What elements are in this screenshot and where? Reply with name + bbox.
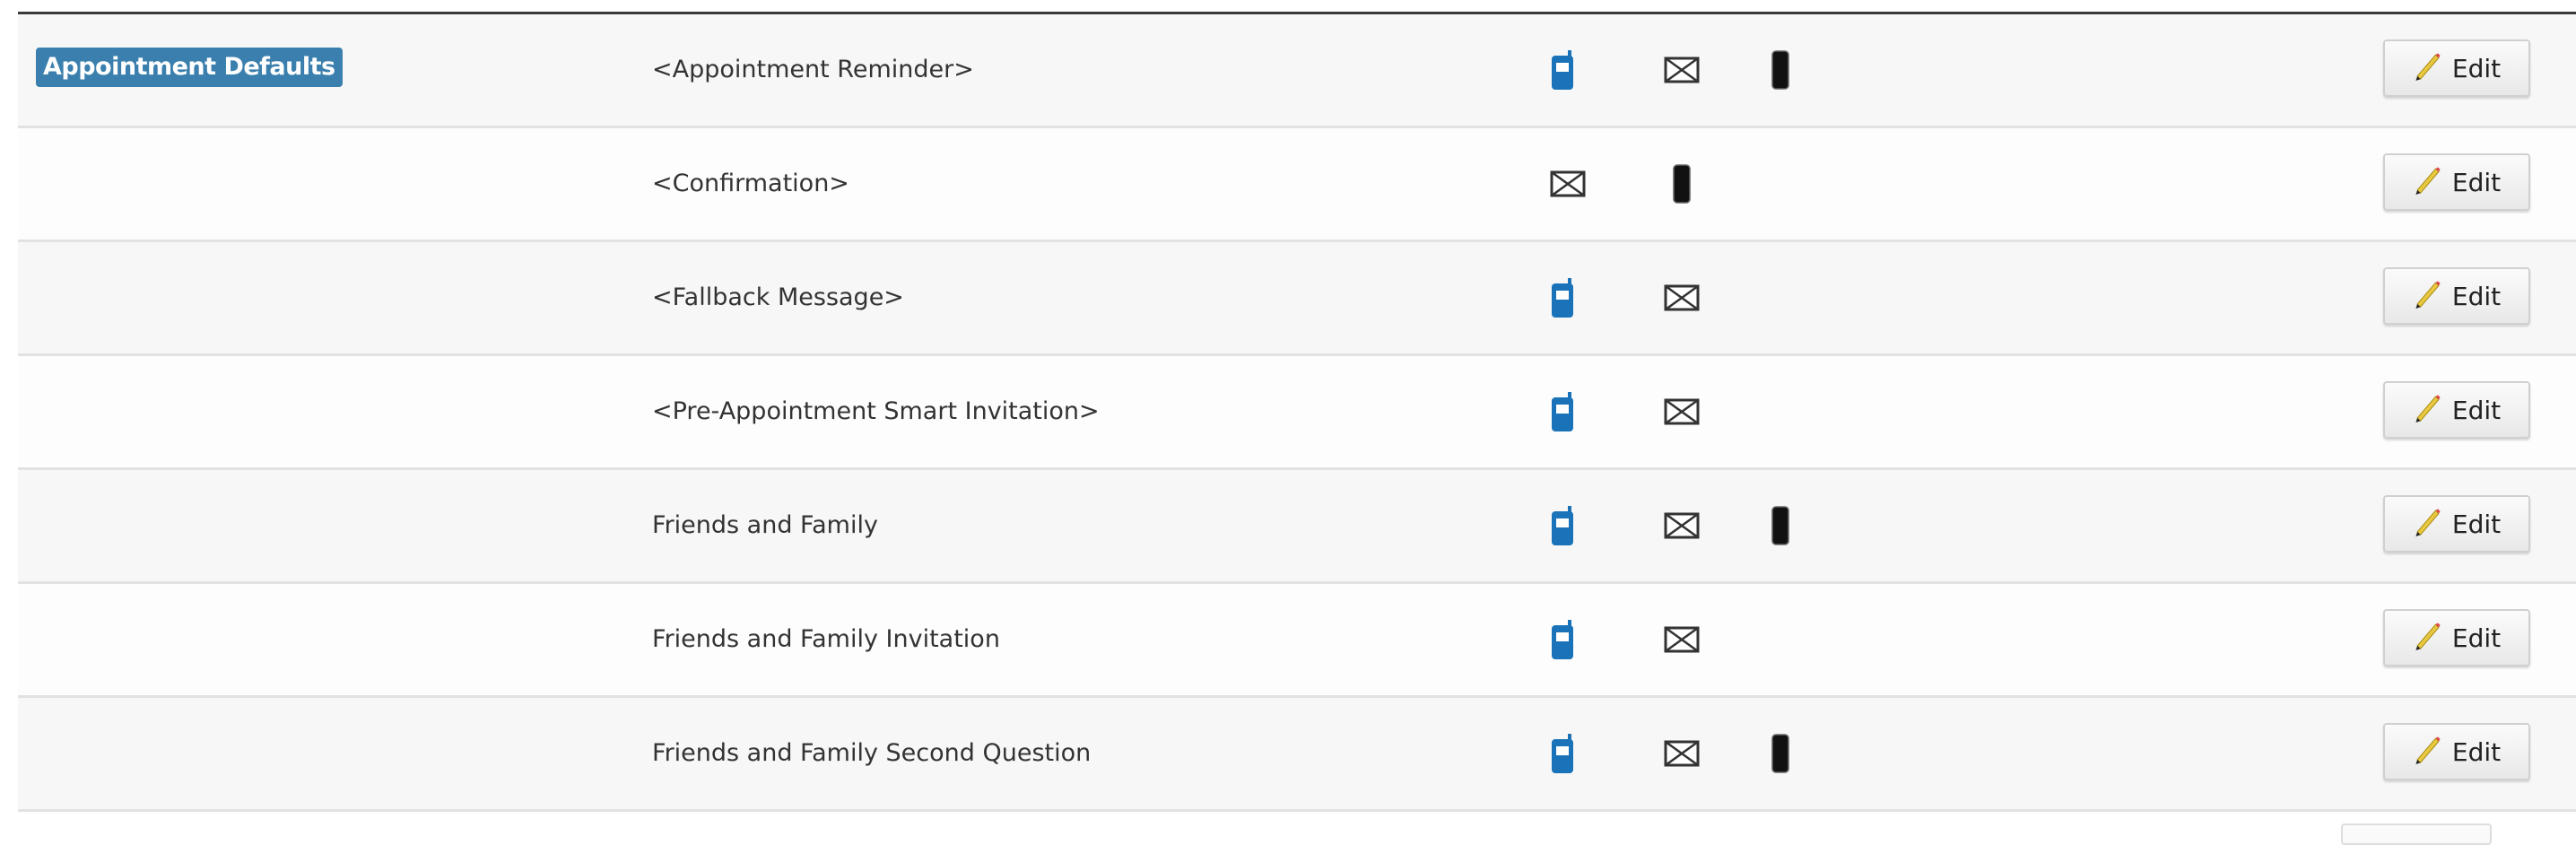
pencil-icon	[2413, 392, 2443, 429]
edit-button[interactable]: Edit	[2383, 495, 2530, 553]
sms-icon	[1534, 620, 1632, 659]
edit-button[interactable]: Edit	[2383, 723, 2530, 780]
phone-icon	[1731, 50, 1830, 90]
pencil-icon	[2413, 734, 2443, 771]
phone-icon	[1632, 164, 1731, 204]
phone-icon	[1731, 506, 1830, 545]
edit-label: Edit	[2451, 395, 2502, 425]
sms-icon	[1534, 50, 1632, 90]
edit-label: Edit	[2451, 509, 2502, 539]
template-name: <Appointment Reminder>	[652, 56, 974, 83]
template-name: <Fallback Message>	[652, 283, 904, 311]
edit-label: Edit	[2451, 53, 2502, 83]
email-icon	[1534, 170, 1632, 197]
channel-icons	[1534, 356, 1731, 467]
pencil-icon	[2413, 620, 2443, 657]
email-icon	[1632, 284, 1731, 311]
channel-icons	[1534, 698, 1830, 809]
edit-button[interactable]: Edit	[2383, 39, 2530, 97]
channel-icons	[1534, 14, 1830, 126]
sms-icon	[1534, 506, 1632, 545]
table-row: <Confirmation> Edit	[18, 128, 2576, 242]
sms-icon	[1534, 734, 1632, 773]
table-row: Friends and Family Second Question Edit	[18, 698, 2576, 812]
edit-button[interactable]: Edit	[2383, 609, 2530, 666]
email-icon	[1632, 626, 1731, 653]
edit-label: Edit	[2451, 167, 2502, 197]
table-row: <Pre-Appointment Smart Invitation> Edit	[18, 356, 2576, 470]
template-name: <Confirmation>	[652, 170, 849, 197]
channel-icons	[1534, 584, 1731, 695]
edit-label: Edit	[2451, 281, 2502, 311]
edit-label: Edit	[2451, 623, 2502, 653]
email-icon	[1632, 398, 1731, 425]
pencil-icon	[2413, 278, 2443, 315]
edit-button[interactable]: Edit	[2383, 267, 2530, 325]
table-row: Friends and Family Edit	[18, 470, 2576, 584]
table-row: Appointment Defaults <Appointment Reminde…	[18, 14, 2576, 128]
email-icon	[1632, 57, 1731, 83]
email-icon	[1632, 740, 1731, 767]
edit-button-partial[interactable]	[2341, 823, 2492, 845]
phone-icon	[1731, 734, 1830, 773]
pencil-icon	[2413, 506, 2443, 543]
table-row: <Fallback Message> Edit	[18, 242, 2576, 356]
edit-button[interactable]: Edit	[2383, 381, 2530, 439]
channel-icons	[1534, 242, 1731, 353]
template-name: Friends and Family Invitation	[652, 625, 1000, 653]
email-icon	[1632, 512, 1731, 539]
pencil-icon	[2413, 164, 2443, 201]
message-template-table: Appointment Defaults <Appointment Reminde…	[18, 14, 2576, 812]
edit-label: Edit	[2451, 736, 2502, 767]
template-name: Friends and Family Second Question	[652, 739, 1092, 767]
template-name: <Pre-Appointment Smart Invitation>	[652, 397, 1100, 425]
channel-icons	[1534, 128, 1731, 240]
table-row: Friends and Family Invitation Edit	[18, 584, 2576, 698]
channel-icons	[1534, 470, 1830, 581]
sms-icon	[1534, 278, 1632, 318]
group-badge: Appointment Defaults	[36, 48, 343, 87]
template-name: Friends and Family	[652, 511, 878, 539]
edit-button[interactable]: Edit	[2383, 153, 2530, 211]
sms-icon	[1534, 392, 1632, 431]
pencil-icon	[2413, 50, 2443, 87]
